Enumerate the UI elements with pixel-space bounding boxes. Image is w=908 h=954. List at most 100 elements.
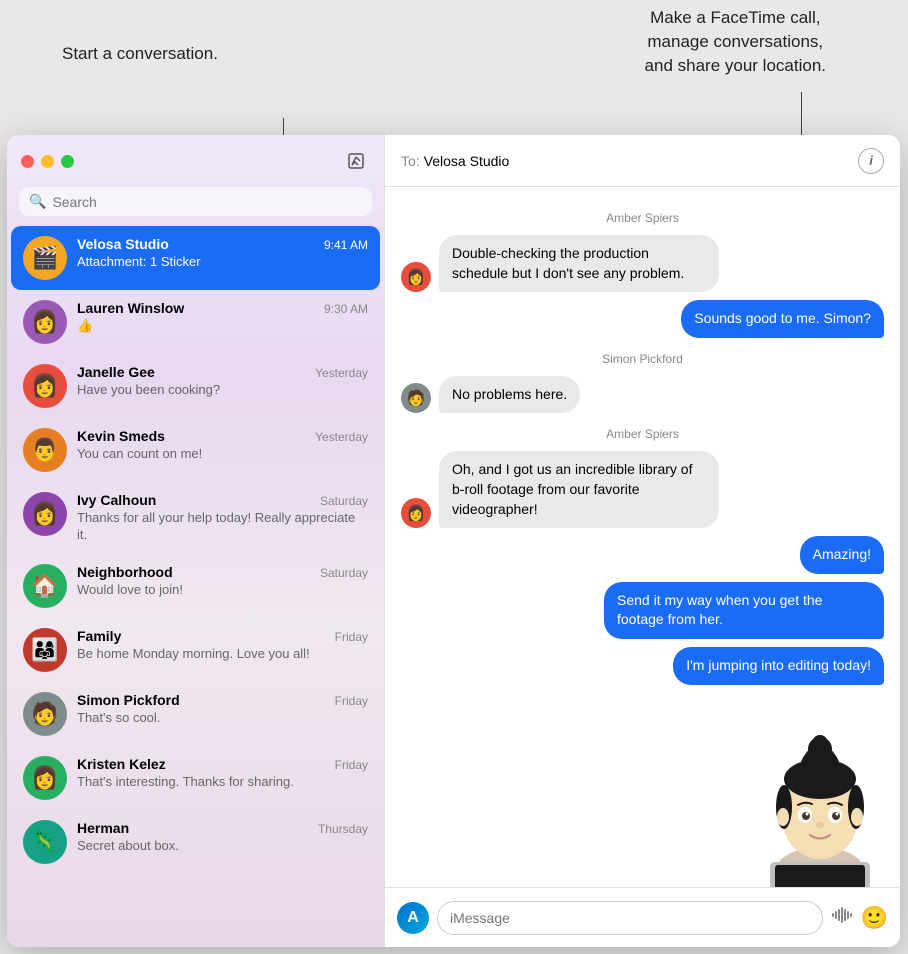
chat-header-name: Velosa Studio — [424, 153, 858, 169]
chat-area: To: Velosa Studio i Amber Spiers👩Double-… — [385, 135, 900, 947]
messages-window: 🔍 🎬 Velosa Studio9:41 AMAttachment: 1 Sti… — [7, 135, 900, 947]
chat-header-to-label: To: — [401, 153, 420, 169]
conv-name-velosa: Velosa Studio — [77, 236, 169, 252]
conv-content-kevin: Kevin Smeds Yesterday You can count on me! — [77, 428, 368, 463]
conv-preview-kevin: You can count on me! — [77, 446, 368, 463]
conv-preview-neighborhood: Would love to join! — [77, 582, 368, 599]
avatar-simon: 🧑 — [23, 692, 67, 736]
chat-input-area: A 🙂 — [385, 887, 900, 947]
sender-label: Amber Spiers — [401, 427, 884, 441]
conv-content-velosa: Velosa Studio9:41 AMAttachment: 1 Sticke… — [77, 236, 368, 271]
conversation-item-herman[interactable]: 🦎 Herman Thursday Secret about box. — [11, 810, 380, 874]
avatar-lauren: 👩 — [23, 300, 67, 344]
conversation-item-kristen[interactable]: 👩 Kristen Kelez Friday That's interesting. … — [11, 746, 380, 810]
search-bar[interactable]: 🔍 — [19, 187, 372, 216]
message-bubble-incoming: Oh, and I got us an incredible library o… — [439, 451, 719, 528]
search-input[interactable] — [52, 194, 362, 210]
search-icon: 🔍 — [29, 193, 46, 210]
message-row-outgoing: Sounds good to me. Simon? — [401, 300, 884, 338]
conv-name-ivy: Ivy Calhoun — [77, 492, 156, 508]
avatar-herman: 🦎 — [23, 820, 67, 864]
message-bubble-outgoing: I'm jumping into editing today! — [673, 647, 884, 685]
conv-name-kevin: Kevin Smeds — [77, 428, 165, 444]
conv-preview-velosa: Attachment: 1 Sticker — [77, 254, 368, 271]
info-button[interactable]: i — [858, 148, 884, 174]
conv-content-simon: Simon Pickford Friday That's so cool. — [77, 692, 368, 727]
sender-label: Simon Pickford — [401, 352, 884, 366]
message-row-incoming: 👩Double-checking the production schedule… — [401, 235, 884, 292]
conversation-item-velosa[interactable]: 🎬 Velosa Studio9:41 AMAttachment: 1 Stick… — [11, 226, 380, 290]
msg-avatar-simon: 🧑 — [401, 383, 431, 413]
chat-header: To: Velosa Studio i — [385, 135, 900, 187]
compose-button[interactable] — [342, 147, 370, 175]
annotation-left: Start a conversation. — [62, 42, 218, 66]
message-bubble-outgoing: Send it my way when you get the footage … — [604, 582, 884, 639]
memoji-image — [750, 717, 890, 887]
minimize-button[interactable] — [41, 155, 54, 168]
message-bubble-outgoing: Amazing! — [800, 536, 884, 574]
conversation-item-ivy[interactable]: 👩 Ivy Calhoun Saturday Thanks for all your … — [11, 482, 380, 554]
conv-time-herman: Thursday — [318, 822, 368, 836]
conv-time-neighborhood: Saturday — [320, 566, 368, 580]
sidebar: 🔍 🎬 Velosa Studio9:41 AMAttachment: 1 Sti… — [7, 135, 385, 947]
conv-preview-lauren: 👍 — [77, 318, 368, 335]
conv-name-lauren: Lauren Winslow — [77, 300, 184, 316]
message-bubble-outgoing: Sounds good to me. Simon? — [681, 300, 884, 338]
conv-name-kristen: Kristen Kelez — [77, 756, 166, 772]
sidebar-titlebar — [7, 135, 384, 187]
avatar-ivy: 👩 — [23, 492, 67, 536]
app-store-button[interactable]: A — [397, 902, 429, 934]
conversation-item-lauren[interactable]: 👩 Lauren Winslow 9:30 AM 👍 — [11, 290, 380, 354]
emoji-button[interactable]: 🙂 — [861, 905, 888, 931]
conv-name-herman: Herman — [77, 820, 129, 836]
conv-preview-simon: That's so cool. — [77, 710, 368, 727]
conv-name-simon: Simon Pickford — [77, 692, 180, 708]
message-input[interactable] — [437, 901, 823, 935]
conv-name-family: Family — [77, 628, 121, 644]
conv-name-neighborhood: Neighborhood — [77, 564, 173, 580]
conv-time-janelle: Yesterday — [315, 366, 368, 380]
conv-content-ivy: Ivy Calhoun Saturday Thanks for all your h… — [77, 492, 368, 544]
conv-content-neighborhood: Neighborhood Saturday Would love to join! — [77, 564, 368, 599]
conv-preview-herman: Secret about box. — [77, 838, 368, 855]
conv-preview-kristen: That's interesting. Thanks for sharing. — [77, 774, 368, 791]
message-row-outgoing: Amazing! — [401, 536, 884, 574]
conv-time-kristen: Friday — [335, 758, 368, 772]
conv-preview-family: Be home Monday morning. Love you all! — [77, 646, 368, 663]
conversation-item-simon[interactable]: 🧑 Simon Pickford Friday That's so cool. — [11, 682, 380, 746]
conv-time-simon: Friday — [335, 694, 368, 708]
conversation-item-janelle[interactable]: 👩Janelle GeeYesterdayHave you been cooki… — [11, 354, 380, 418]
conv-time-ivy: Saturday — [320, 494, 368, 508]
message-row-outgoing: I'm jumping into editing today! — [401, 647, 884, 685]
chat-messages: Amber Spiers👩Double-checking the product… — [385, 187, 900, 709]
conv-preview-janelle: Have you been cooking? — [77, 382, 368, 399]
fullscreen-button[interactable] — [61, 155, 74, 168]
message-row-incoming: 🧑 No problems here. — [401, 376, 884, 414]
message-bubble-incoming: Double-checking the production schedule … — [439, 235, 719, 292]
message-bubble-incoming: No problems here. — [439, 376, 580, 414]
conversation-item-neighborhood[interactable]: 🏠 Neighborhood Saturday Would love to join! — [11, 554, 380, 618]
avatar-kevin: 👨 — [23, 428, 67, 472]
conv-time-kevin: Yesterday — [315, 430, 368, 444]
conv-content-herman: Herman Thursday Secret about box. — [77, 820, 368, 855]
close-button[interactable] — [21, 155, 34, 168]
audio-button[interactable] — [831, 906, 853, 929]
conversation-item-kevin[interactable]: 👨 Kevin Smeds Yesterday You can count on me… — [11, 418, 380, 482]
avatar-velosa: 🎬 — [23, 236, 67, 280]
conv-time-family: Friday — [335, 630, 368, 644]
conv-content-kristen: Kristen Kelez Friday That's interesting. T… — [77, 756, 368, 791]
conv-content-janelle: Janelle Gee Yesterday Have you been cookin… — [77, 364, 368, 399]
avatar-kristen: 👩 — [23, 756, 67, 800]
memoji-area — [385, 717, 900, 887]
conversation-list: 🎬 Velosa Studio9:41 AMAttachment: 1 Stick… — [7, 226, 384, 947]
conversation-item-family[interactable]: 👨‍👩‍👧FamilyFridayBe home Monday morning.… — [11, 618, 380, 682]
avatar-neighborhood: 🏠 — [23, 564, 67, 608]
conv-content-family: Family Friday Be home Monday morning. Love… — [77, 628, 368, 663]
conv-time-lauren: 9:30 AM — [324, 302, 368, 316]
message-row-outgoing: Send it my way when you get the footage … — [401, 582, 884, 639]
conv-content-lauren: Lauren Winslow 9:30 AM 👍 — [77, 300, 368, 335]
traffic-lights — [21, 155, 74, 168]
msg-avatar-amber: 👩 — [401, 498, 431, 528]
conv-name-janelle: Janelle Gee — [77, 364, 155, 380]
conv-preview-ivy: Thanks for all your help today! Really a… — [77, 510, 368, 544]
